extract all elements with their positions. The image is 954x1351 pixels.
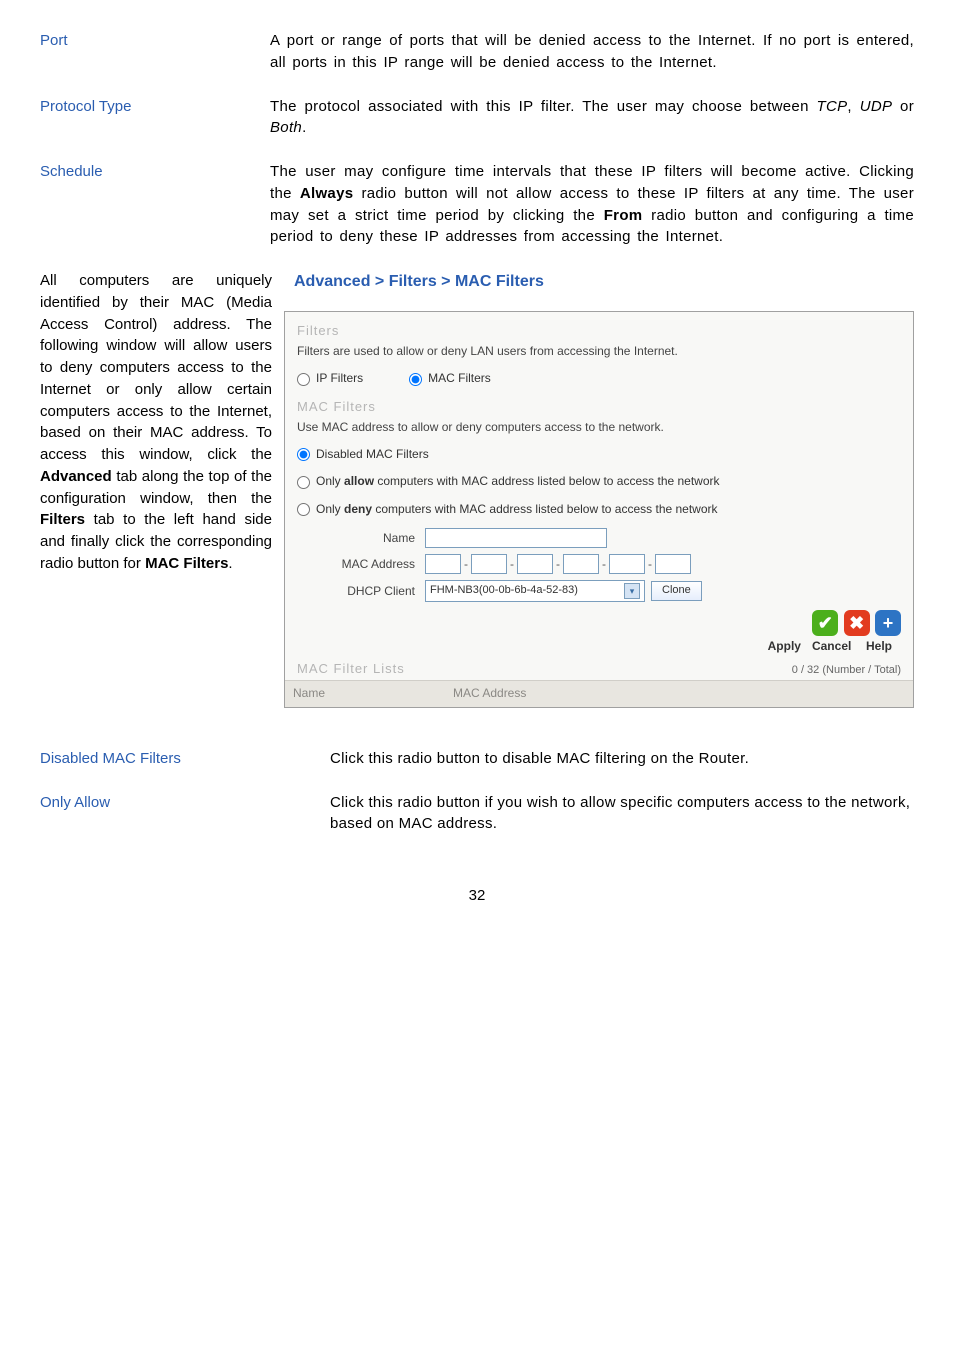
dhcp-client-label: DHCP Client [297,583,425,600]
protocol-text-a: The protocol associated with this IP fil… [270,98,817,115]
mac-input-5[interactable] [609,554,645,574]
mac-filters-label: MAC Filters [428,370,491,387]
left-a: All computers are uniquely identified by… [40,272,272,463]
col-name: Name [293,685,453,702]
def-only-allow-body: Click this radio button if you wish to a… [330,792,914,836]
only-deny-radio[interactable] [297,503,310,516]
mac-address-label: MAC Address [297,556,425,573]
left-bold-filters: Filters [40,511,85,528]
name-input[interactable] [425,528,607,548]
mac-sep-3: - [556,556,560,573]
only-deny-label: Only deny computers with MAC address lis… [316,501,718,518]
protocol-both: Both [270,119,302,136]
mac-sep-2: - [510,556,514,573]
left-bold-mac: MAC Filters [145,555,228,572]
mac-sep-5: - [648,556,652,573]
term-disabled-mac-filters: Disabled MAC Filters [40,748,330,770]
page-number: 32 [40,885,914,907]
filters-heading: Filters [297,322,901,341]
mac-input-4[interactable] [563,554,599,574]
left-bold-advanced: Advanced [40,468,112,485]
only-deny-bold: deny [344,502,372,516]
mac-section-desc: Use MAC address to allow or deny compute… [297,419,901,436]
def-protocol-body: The protocol associated with this IP fil… [270,96,914,140]
term-only-allow: Only Allow [40,792,330,836]
protocol-tcp: TCP [817,98,848,115]
protocol-udp: UDP [860,98,893,115]
name-label: Name [297,530,425,547]
apply-label: Apply [762,638,806,655]
help-icon[interactable]: + [875,610,901,636]
disabled-mac-label: Disabled MAC Filters [316,446,429,463]
only-deny-post: computers with MAC address listed below … [372,502,717,516]
section-heading: Advanced > Filters > MAC Filters [284,270,914,293]
mac-input-1[interactable] [425,554,461,574]
term-protocol-type: Protocol Type [40,96,270,140]
dhcp-client-value: FHM-NB3(00-0b-6b-4a-52-83) [430,583,578,599]
list-count: 0 / 32 (Number / Total) [792,663,901,679]
schedule-always: Always [300,185,354,202]
cancel-icon[interactable]: ✖ [844,610,870,636]
mac-section-heading: MAC Filters [297,398,901,417]
col-mac: MAC Address [453,685,526,702]
ip-filters-label: IP Filters [316,370,363,387]
mac-sep-4: - [602,556,606,573]
protocol-suffix: . [302,119,306,136]
dhcp-client-select[interactable]: FHM-NB3(00-0b-6b-4a-52-83) ▾ [425,580,645,602]
only-allow-post: computers with MAC address listed below … [374,474,719,488]
term-schedule: Schedule [40,161,270,248]
disabled-mac-radio[interactable] [297,448,310,461]
clone-button[interactable]: Clone [651,581,702,601]
ip-filters-radio[interactable] [297,373,310,386]
mac-input-3[interactable] [517,554,553,574]
def-schedule-body: The user may configure time intervals th… [270,161,914,248]
help-label: Help [857,638,901,655]
cancel-label: Cancel [810,638,854,655]
only-allow-radio[interactable] [297,476,310,489]
apply-icon[interactable]: ✔ [812,610,838,636]
only-allow-label: Only allow computers with MAC address li… [316,473,720,490]
mac-input-6[interactable] [655,554,691,574]
only-allow-pre: Only [316,474,344,488]
only-allow-bold: allow [344,474,374,488]
mac-sep-1: - [464,556,468,573]
def-port-body: A port or range of ports that will be de… [270,30,914,74]
schedule-from: From [604,207,643,224]
left-d: . [228,555,232,572]
list-header-row: Name MAC Address [285,680,913,706]
chevron-down-icon: ▾ [624,583,640,599]
def-disabled-body: Click this radio button to disable MAC f… [330,748,914,770]
mac-filters-screenshot: Filters Filters are used to allow or den… [284,311,914,708]
term-port: Port [40,30,270,74]
protocol-sep1: , [847,98,859,115]
mac-filters-radio[interactable] [409,373,422,386]
mac-input-2[interactable] [471,554,507,574]
left-paragraph: All computers are uniquely identified by… [40,270,284,575]
filters-desc: Filters are used to allow or deny LAN us… [297,343,901,360]
mac-filter-lists-heading: MAC Filter Lists [297,660,405,679]
only-deny-pre: Only [316,502,344,516]
protocol-sep2: or [892,98,914,115]
